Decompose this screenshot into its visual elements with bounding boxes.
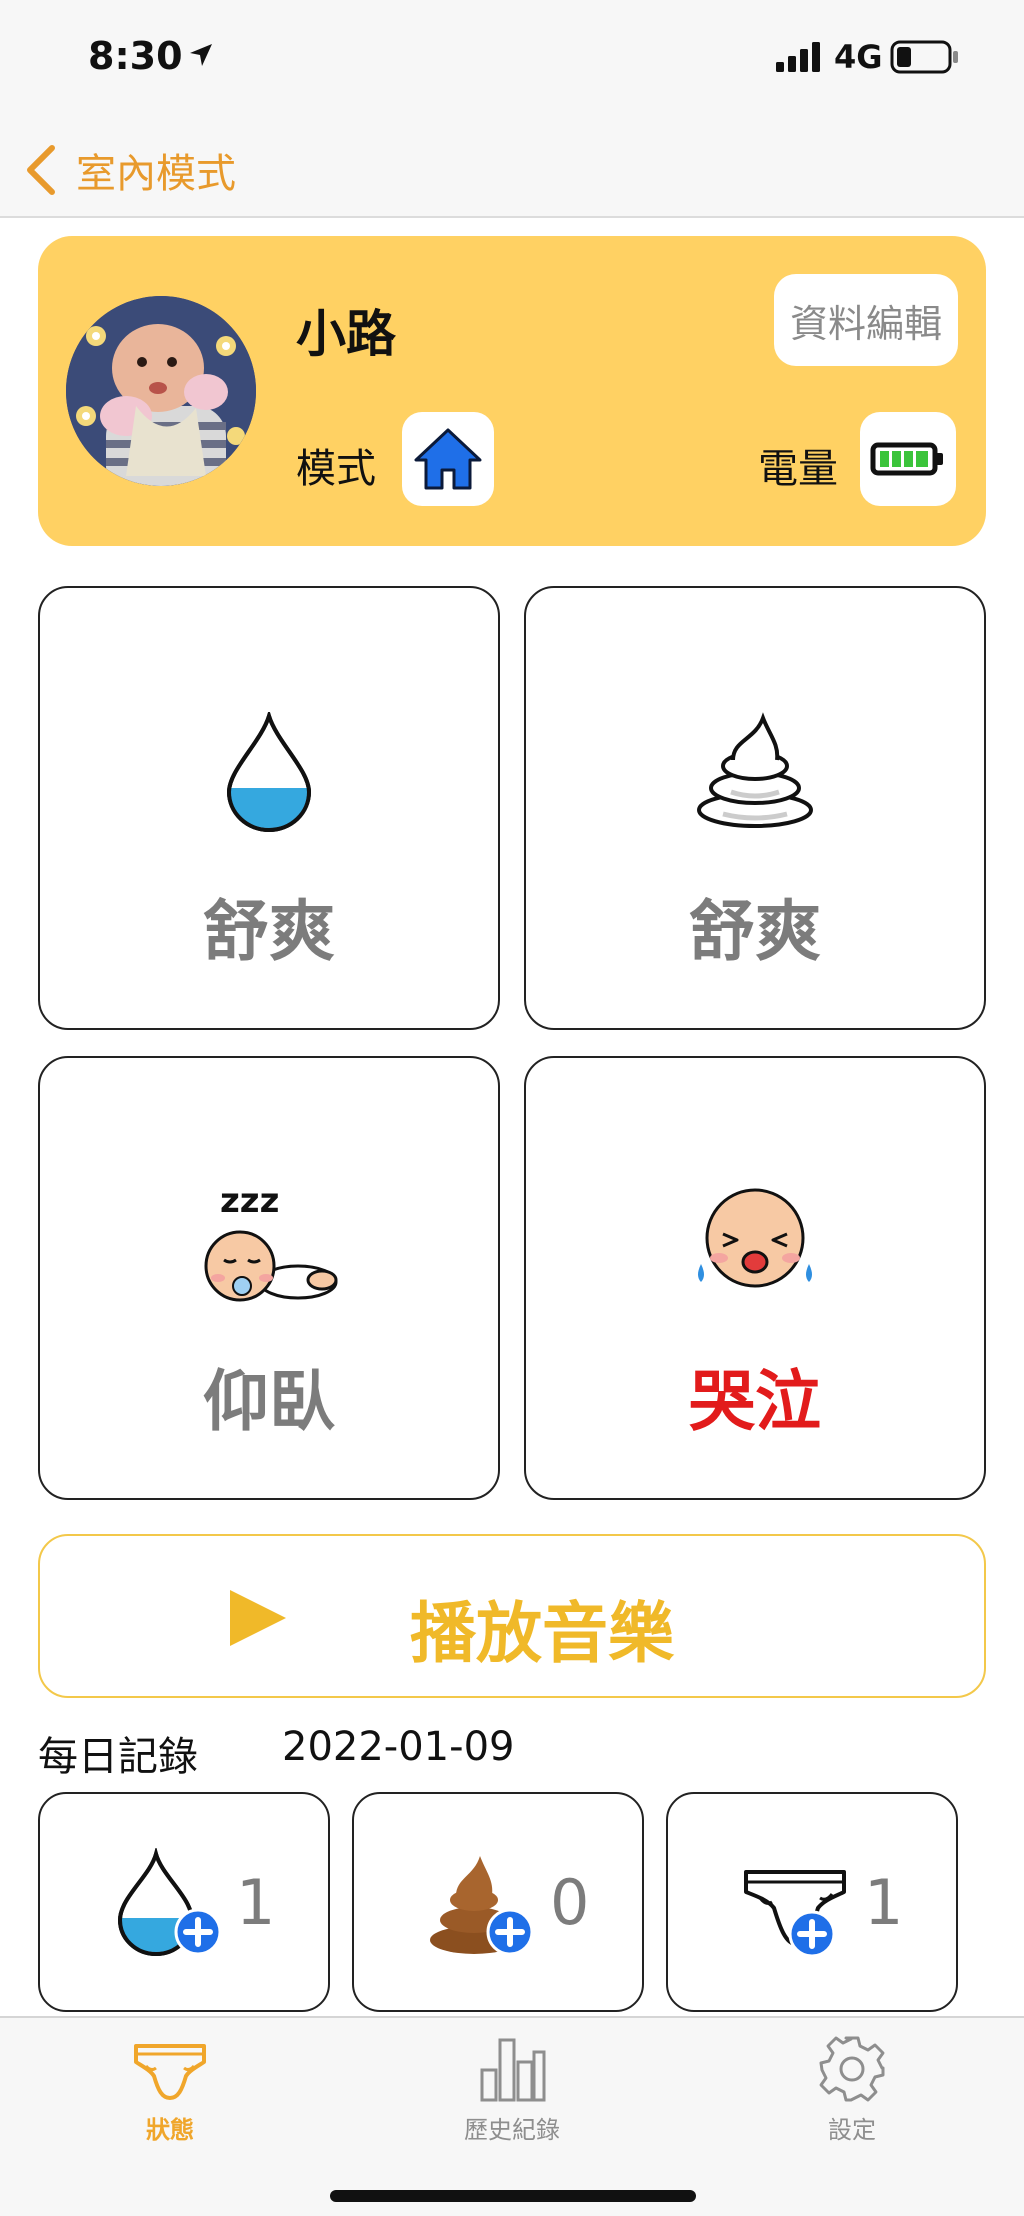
svg-text:zzz: zzz [220, 1182, 279, 1221]
record-pee-count: 1 [236, 1866, 276, 1939]
record-diaper-count: 1 [864, 1866, 904, 1939]
crying-status-tile[interactable]: 哭泣 [524, 1056, 986, 1500]
network-label: 4G [834, 38, 883, 76]
location-arrow-icon [190, 44, 212, 66]
baby-name: 小路 [296, 305, 396, 363]
posture-status-label: 仰臥 [203, 1363, 335, 1440]
wetness-status-tile[interactable]: 舒爽 [38, 586, 500, 1030]
record-poop-count: 0 [550, 1866, 590, 1939]
water-drop-add-icon [117, 1848, 222, 1956]
wetness-status-label: 舒爽 [203, 893, 335, 970]
diaper-add-icon [744, 1870, 846, 1958]
play-music-label: 播放音樂 [410, 1595, 674, 1672]
record-diaper-card[interactable]: 1 [666, 1792, 958, 2012]
stool-status-tile[interactable]: 舒爽 [524, 586, 986, 1030]
status-time: 8:30 [88, 34, 183, 78]
battery-full-icon [870, 442, 943, 476]
back-label: 室內模式 [76, 151, 236, 197]
chevron-left-icon [27, 145, 55, 195]
profile-card: 小路 資料編輯 模式 電量 [38, 236, 986, 546]
navigation-bar: 室內模式 [0, 120, 1024, 218]
tab-settings-label: 設定 [828, 2116, 876, 2144]
record-poop-card[interactable]: 0 [352, 1792, 644, 2012]
sleeping-baby-icon: zzz [204, 1182, 338, 1302]
battery-indicator [860, 412, 956, 506]
record-pee-card[interactable]: 1 [38, 1792, 330, 2012]
mode-label: 模式 [296, 446, 376, 492]
diaper-icon [134, 2044, 206, 2100]
home-icon [414, 428, 482, 490]
posture-status-tile[interactable]: zzz 仰臥 [38, 1056, 500, 1500]
battery-status-icon [890, 40, 958, 74]
tab-history[interactable]: 歷史紀錄 [422, 2034, 602, 2154]
water-drop-icon [226, 712, 312, 832]
power-label: 電量 [758, 446, 838, 492]
daily-record-date: 2022-01-09 [282, 1724, 515, 1770]
status-bar: 8:30 4G [0, 0, 1024, 120]
poop-add-icon [430, 1856, 534, 1956]
tab-status[interactable]: 狀態 [80, 2034, 260, 2154]
edit-profile-button[interactable]: 資料編輯 [774, 274, 958, 366]
home-indicator [330, 2190, 696, 2202]
daily-record-title: 每日記錄 [38, 1734, 198, 1780]
tab-history-label: 歷史紀錄 [464, 2116, 560, 2144]
back-button[interactable]: 室內模式 [24, 140, 236, 200]
signal-icon [776, 42, 820, 72]
crying-baby-icon [698, 1188, 812, 1288]
play-music-button[interactable]: 播放音樂 [38, 1534, 986, 1698]
baby-photo-icon [66, 296, 256, 486]
stool-status-label: 舒爽 [689, 893, 821, 970]
tab-settings[interactable]: 設定 [762, 2034, 942, 2154]
gear-icon [819, 2036, 885, 2102]
tab-status-label: 狀態 [146, 2116, 194, 2144]
bar-chart-icon [480, 2038, 546, 2102]
mode-indicator[interactable] [402, 412, 494, 506]
avatar[interactable] [66, 296, 256, 486]
crying-status-label: 哭泣 [689, 1363, 821, 1440]
poop-outline-icon [697, 712, 813, 828]
tab-bar: 狀態 歷史紀錄 設定 [0, 2016, 1024, 2216]
